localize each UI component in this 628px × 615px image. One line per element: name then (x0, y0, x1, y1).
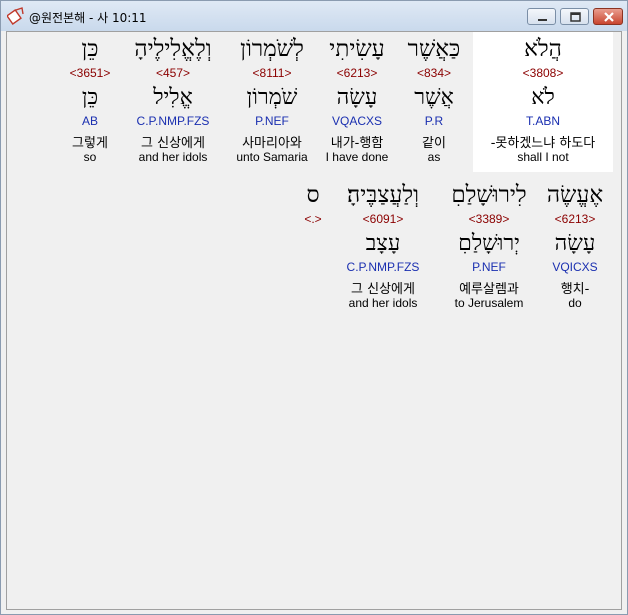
morph-code: C.P.NMP.FZS (136, 114, 210, 128)
english-gloss: so (83, 150, 97, 164)
hebrew-lemma: לֹא (531, 85, 555, 110)
morph-code: VQACXS (331, 114, 382, 128)
word-cell[interactable]: אֶעֱשֶׂה <6213> עָשָׂה VQICXS 행치- do (543, 178, 607, 318)
title-bar[interactable]: @원전본해 - 사 10:11 (1, 1, 627, 31)
strong-number[interactable]: <3808> (473, 66, 613, 80)
korean-gloss: 그 신상에게 (351, 282, 415, 297)
strong-number[interactable]: <.> (295, 212, 331, 226)
hebrew-lemma: כֵּן (81, 85, 99, 110)
word-cell[interactable]: כֵּן <3651> כֵּן AB 그렇게 so (65, 32, 115, 172)
korean-gloss: 예루살렘과 (459, 282, 519, 297)
korean-gloss: -못하겠느냐 하도다 (490, 136, 596, 151)
hebrew-word: וְלֶאֱלִילֶיהָ (134, 36, 212, 62)
strong-number[interactable]: <6091> (333, 212, 433, 226)
maximize-button[interactable] (560, 8, 589, 25)
hebrew-lemma: שֹׁמְרוֹן (246, 85, 298, 110)
korean-gloss: 내가-행함 (330, 136, 384, 151)
hebrew-word: עָשִׂיתִי (329, 36, 385, 62)
strong-number[interactable]: <8111> (229, 66, 315, 80)
morph-code: P.NEF (255, 114, 289, 128)
english-gloss: and her idols (348, 296, 418, 310)
word-cell[interactable]: לִירוּשָׁלַםִ <3389> יְרוּשָׁלַםִ P.NEF … (439, 178, 539, 318)
morph-code: T.ABN (525, 114, 560, 128)
morph-code: VQICXS (552, 260, 598, 274)
strong-number[interactable]: <3389> (439, 212, 539, 226)
hebrew-word: לִירוּשָׁלַםִ (451, 182, 527, 208)
strong-number[interactable]: <3651> (65, 66, 115, 80)
app-icon (6, 7, 25, 25)
minimize-icon (538, 19, 547, 21)
hebrew-lemma: אֱלִיל (153, 85, 193, 110)
korean-gloss: 사마리아와 (242, 136, 302, 151)
english-gloss: I have done (325, 150, 389, 164)
english-gloss: unto Samaria (236, 150, 308, 164)
strong-number[interactable]: <457> (121, 66, 225, 80)
korean-gloss: 그렇게 (72, 136, 108, 151)
verse-panel: כֵּן <3651> כֵּן AB 그렇게 so וְלֶאֱלִילֶיה… (6, 31, 622, 610)
hebrew-word: כֵּן (81, 36, 99, 62)
hebrew-lemma: עָצָב (365, 231, 401, 256)
korean-gloss: 같이 (422, 136, 446, 151)
hebrew-lemma: עָשָׂה (336, 85, 378, 110)
korean-gloss: 행치- (560, 282, 590, 297)
word-cell[interactable]: ס <.> (295, 178, 331, 318)
english-gloss: as (427, 150, 441, 164)
morph-code: P.NEF (472, 260, 506, 274)
korean-gloss: 그 신상에게 (141, 136, 205, 151)
hebrew-word: וְלַעֲצַבֶּיהָ׃ (346, 182, 420, 208)
window-title: @원전본해 - 사 10:11 (29, 11, 147, 25)
hebrew-lemma: אֲשֶׁר (414, 85, 454, 110)
english-gloss: do (568, 296, 582, 310)
word-cell[interactable]: לְשֹׁמְרוֹן <8111> שֹׁמְרוֹן P.NEF 사마리아와… (229, 32, 315, 172)
hebrew-word: לְשֹׁמְרוֹן (240, 36, 304, 62)
morph-code: AB (81, 114, 98, 128)
strong-number[interactable]: <6213> (543, 212, 607, 226)
english-gloss: shall I not (517, 150, 569, 164)
english-gloss: to Jerusalem (454, 296, 524, 310)
word-cell[interactable]: כַּאֲשֶׁר <834> אֲשֶׁר P.R 같이 as (399, 32, 469, 172)
strong-number[interactable]: <834> (399, 66, 469, 80)
minimize-button[interactable] (527, 8, 556, 25)
word-cell[interactable]: וְלֶאֱלִילֶיהָ <457> אֱלִיל C.P.NMP.FZS … (121, 32, 225, 172)
strong-number[interactable]: <6213> (319, 66, 395, 80)
close-button[interactable] (593, 8, 623, 25)
app-window: @원전본해 - 사 10:11 כֵּן <3651> כֵּן AB 그렇게 … (0, 0, 628, 615)
morph-code: P.R (424, 114, 444, 128)
word-cell[interactable]: עָשִׂיתִי <6213> עָשָׂה VQACXS 내가-행함 I h… (319, 32, 395, 172)
hebrew-word: כַּאֲשֶׁר (407, 36, 461, 62)
hebrew-lemma: עָשָׂה (554, 231, 596, 256)
morph-code: C.P.NMP.FZS (346, 260, 420, 274)
word-cell-selected[interactable]: הֲלֹא <3808> לֹא T.ABN -못하겠느냐 하도다 shall … (473, 32, 613, 172)
hebrew-word: ס (306, 182, 320, 208)
hebrew-word: אֶעֱשֶׂה (546, 182, 604, 208)
close-icon (604, 12, 614, 22)
english-gloss: and her idols (138, 150, 208, 164)
hebrew-word: הֲלֹא (524, 36, 562, 62)
hebrew-lemma: יְרוּשָׁלַםִ (458, 231, 520, 256)
maximize-icon (570, 12, 581, 22)
word-cell[interactable]: וְלַעֲצַבֶּיהָ׃ <6091> עָצָב C.P.NMP.FZS… (333, 178, 433, 318)
